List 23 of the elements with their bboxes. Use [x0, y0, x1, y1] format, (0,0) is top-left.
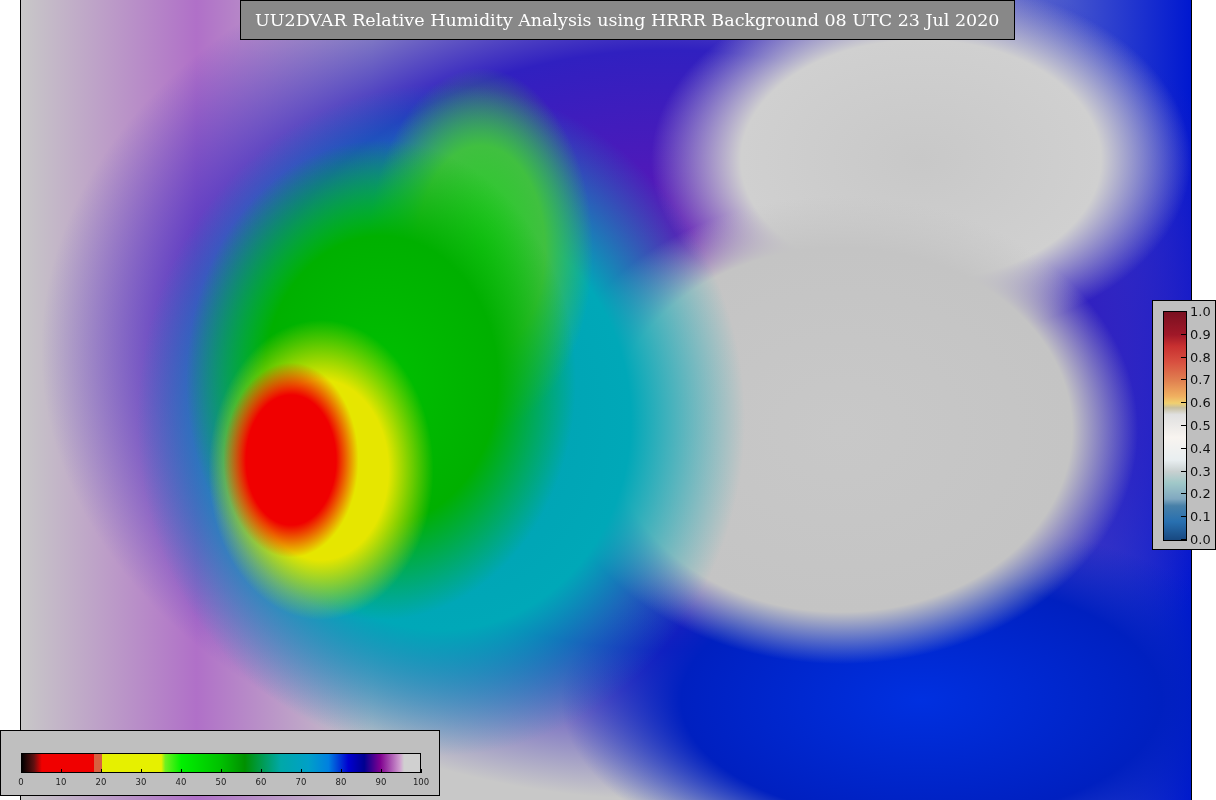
- colorbar-tick-label: 0.7: [1190, 371, 1211, 387]
- colorbar-tick-label: 0.4: [1190, 440, 1211, 456]
- colorbar-tick-label: 20: [95, 777, 107, 787]
- colorbar-tick-label: 0.6: [1190, 394, 1211, 410]
- colorbar-tick-label: 0.0: [1190, 531, 1211, 547]
- map-title: UU2DVAR Relative Humidity Analysis using HRRR Background 08 UTC 23 Jul 2020: [240, 0, 1015, 40]
- colorbar-tick-label: 0.5: [1190, 417, 1211, 433]
- colorbar-tick-label: 70: [295, 777, 307, 787]
- colorbar-tick-label: 100: [412, 777, 430, 787]
- colorbar-tick-label: 50: [215, 777, 227, 787]
- colorbar-tick-label: 0.1: [1190, 508, 1211, 524]
- colorbar-tick-label: 0.3: [1190, 463, 1211, 479]
- colorbar-tick-label: 60: [255, 777, 267, 787]
- colorbar-tick-label: 0: [18, 777, 24, 787]
- colorbar-tick-label: 0.8: [1190, 349, 1211, 365]
- colorbar-tick-label: 0.2: [1190, 485, 1211, 501]
- colorbar-tick-label: 40: [175, 777, 187, 787]
- colorbar-tick-label: 10: [55, 777, 67, 787]
- colorbar-tick-label: 0.9: [1190, 326, 1211, 342]
- colorbar-tick-label: 90: [375, 777, 387, 787]
- colorbar-tick-label: 80: [335, 777, 347, 787]
- colorbar-tick-label: 1.0: [1190, 303, 1211, 319]
- colorbar-tick-label: 30: [135, 777, 147, 787]
